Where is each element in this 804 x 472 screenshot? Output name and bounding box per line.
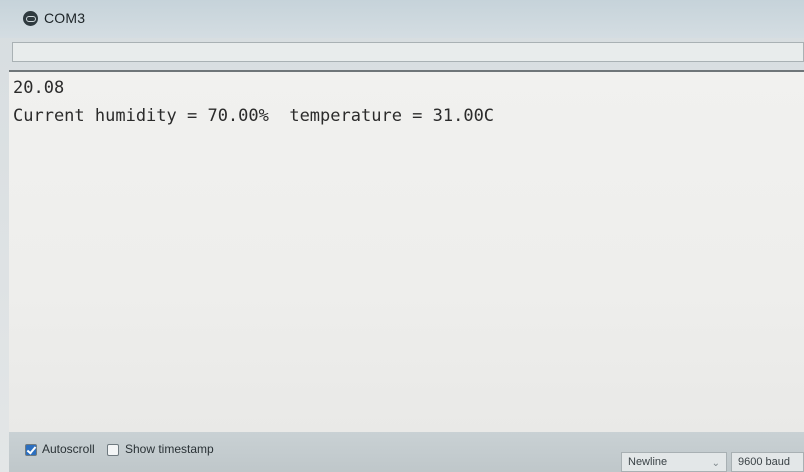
bottom-bar: Autoscroll Show timestamp Newline ⌄ 9600…	[9, 432, 804, 472]
serial-line: 20.08	[13, 78, 65, 98]
serial-monitor-icon	[23, 11, 38, 26]
send-input[interactable]	[12, 42, 804, 62]
serial-monitor-window: COM3 20.08 Current humidity = 70.00% tem…	[0, 0, 804, 472]
show-timestamp-label: Show timestamp	[125, 442, 214, 456]
chevron-down-icon: ⌄	[711, 458, 720, 469]
baud-rate-value: 9600 baud	[738, 456, 790, 468]
line-ending-select[interactable]: Newline ⌄	[621, 452, 727, 472]
autoscroll-checkbox[interactable]	[25, 444, 37, 456]
autoscroll-label: Autoscroll	[42, 442, 95, 456]
show-timestamp-checkbox[interactable]	[107, 444, 119, 456]
serial-output[interactable]: 20.08 Current humidity = 70.00% temperat…	[9, 70, 804, 432]
window-title: COM3	[44, 10, 86, 26]
baud-rate-select[interactable]: 9600 baud	[731, 452, 804, 472]
line-ending-value: Newline	[628, 456, 668, 468]
serial-line: Current humidity = 70.00% temperature = …	[13, 106, 495, 126]
title-bar: COM3	[0, 0, 804, 38]
send-row	[9, 40, 804, 66]
